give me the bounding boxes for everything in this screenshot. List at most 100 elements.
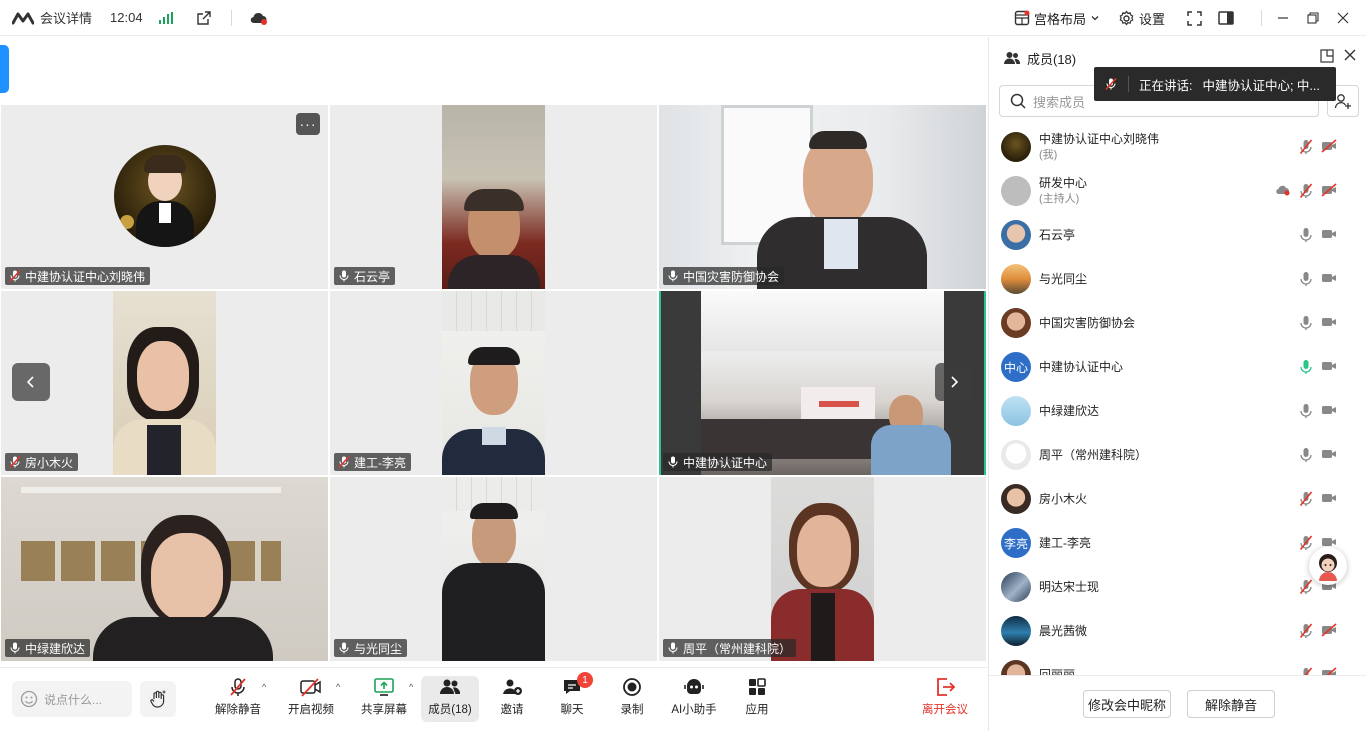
camera-icon[interactable] — [1321, 403, 1337, 420]
member-row[interactable]: 石云亭 — [989, 213, 1366, 257]
speaking-value: 中建协认证中心; 中... — [1202, 78, 1320, 93]
settings-button[interactable]: 设置 — [1118, 9, 1165, 28]
tile-name-tag: 中建协认证中心刘晓伟 — [5, 267, 151, 285]
leave-label: 离开会议 — [922, 704, 968, 716]
video-tile[interactable]: 中国灾害防御协会 — [659, 105, 986, 289]
record-button[interactable]: 录制 — [612, 676, 652, 722]
mic-icon[interactable] — [1299, 359, 1313, 378]
restore-icon[interactable] — [1302, 7, 1324, 29]
apps-button[interactable]: 应用 — [737, 676, 777, 722]
close-panel-icon[interactable] — [1344, 49, 1356, 66]
member-name-block: 研发中心 (主持人) — [1039, 175, 1087, 207]
video-tile[interactable]: 中绿建欣达 — [1, 477, 328, 661]
minimize-icon[interactable] — [1272, 7, 1294, 29]
member-name: 中建协认证中心 — [1039, 360, 1124, 374]
mic-muted-icon[interactable] — [1299, 139, 1313, 158]
mic-icon[interactable] — [1299, 271, 1313, 290]
camera-icon[interactable] — [1321, 315, 1337, 332]
search-placeholder: 搜索成员 — [1033, 94, 1086, 110]
fullscreen-icon[interactable] — [1183, 7, 1205, 29]
video-options-chevron-icon[interactable]: ^ — [336, 682, 340, 692]
member-row[interactable]: 晨光茜微 — [989, 609, 1366, 653]
member-row[interactable]: 中心 中建协认证中心 — [989, 345, 1366, 389]
camera-off-icon[interactable] — [1321, 183, 1337, 200]
share-external-icon[interactable] — [193, 7, 215, 29]
member-row[interactable]: 与光同尘 — [989, 257, 1366, 301]
mic-muted-icon — [9, 269, 21, 283]
grid-layout-icon — [1014, 10, 1030, 26]
close-icon[interactable] — [1332, 7, 1354, 29]
video-tile[interactable]: 房小木火 — [1, 291, 328, 475]
mic-icon[interactable] — [1299, 315, 1313, 334]
signal-strength-icon[interactable] — [158, 11, 173, 24]
invite-button[interactable]: 邀请 — [492, 676, 532, 722]
cloud-record-icon[interactable] — [248, 7, 270, 29]
share-screen-button[interactable]: 共享屏幕 — [357, 676, 411, 722]
quick-chat-input[interactable]: 说点什么... — [12, 681, 132, 717]
camera-icon[interactable] — [1321, 271, 1337, 288]
leave-meeting-button[interactable]: 离开会议 — [918, 676, 972, 722]
member-row[interactable]: 研发中心 (主持人) — [989, 169, 1366, 213]
meeting-details-link[interactable]: 会议详情 — [40, 8, 92, 27]
mic-icon[interactable] — [1299, 227, 1313, 246]
camera-icon[interactable] — [1321, 491, 1337, 508]
mic-icon[interactable] — [1299, 447, 1313, 466]
member-row[interactable]: 中国灾害防御协会 — [989, 301, 1366, 345]
member-row[interactable]: 中建协认证中心刘晓伟 (我) — [989, 125, 1366, 169]
popout-icon[interactable] — [1320, 49, 1334, 66]
floating-tab-handle[interactable] — [0, 45, 9, 93]
video-feed — [659, 105, 986, 289]
camera-icon[interactable] — [1321, 359, 1337, 376]
emoji-icon — [20, 690, 38, 708]
mic-muted-icon[interactable] — [1299, 535, 1313, 554]
member-name-block: 中建协认证中心 — [1039, 359, 1123, 375]
mic-muted-icon[interactable] — [1299, 491, 1313, 510]
member-avatar — [1001, 484, 1031, 514]
camera-icon[interactable] — [1321, 447, 1337, 464]
tile-name: 建工-李亮 — [354, 455, 406, 470]
video-feed — [442, 105, 545, 289]
video-tile-active[interactable]: 中建协认证中心 — [659, 291, 986, 475]
unmute-all-button[interactable]: 解除静音 — [1187, 690, 1275, 718]
video-tile[interactable]: 周平（常州建科院） — [659, 477, 986, 661]
members-button[interactable]: 成员(18) — [421, 676, 479, 722]
ai-assistant-button[interactable]: AI小助手 — [668, 676, 720, 722]
video-tile[interactable]: ··· 中建协认证中心刘晓伟 — [1, 105, 328, 289]
mic-muted-icon[interactable] — [1299, 579, 1313, 598]
camera-off-icon[interactable] — [1321, 623, 1337, 640]
mic-icon[interactable] — [1299, 403, 1313, 422]
video-tile[interactable]: 石云亭 — [330, 105, 657, 289]
camera-off-icon[interactable] — [1321, 139, 1337, 156]
member-row[interactable]: 周平（常州建科院） — [989, 433, 1366, 477]
next-page-button[interactable] — [935, 363, 973, 401]
mic-muted-icon[interactable] — [1299, 183, 1313, 202]
raise-hand-button[interactable] — [140, 681, 176, 717]
member-row[interactable]: 中绿建欣达 — [989, 389, 1366, 433]
member-avatar — [1001, 308, 1031, 338]
camera-icon[interactable] — [1321, 227, 1337, 244]
unmute-button[interactable]: 解除静音 — [212, 676, 264, 722]
search-icon — [1010, 93, 1026, 109]
member-name: 周平（常州建科院） — [1039, 448, 1148, 462]
prev-page-button[interactable] — [12, 363, 50, 401]
member-name-block: 中绿建欣达 — [1039, 403, 1099, 419]
rename-button[interactable]: 修改会中昵称 — [1083, 690, 1171, 718]
mic-muted-icon — [1105, 77, 1117, 91]
chat-button[interactable]: 1 聊天 — [552, 672, 593, 722]
assistant-avatar-button[interactable] — [1309, 547, 1347, 585]
tile-name-tag: 周平（常州建科院） — [663, 639, 797, 657]
tile-name: 石云亭 — [354, 269, 391, 284]
member-row[interactable]: 房小木火 — [989, 477, 1366, 521]
start-video-button[interactable]: 开启视频 — [284, 676, 338, 722]
cloud-record-icon — [1275, 184, 1291, 199]
chat-unread-badge: 1 — [577, 672, 593, 688]
video-tile[interactable]: 建工-李亮 — [330, 291, 657, 475]
video-tile[interactable]: 与光同尘 — [330, 477, 657, 661]
audio-options-chevron-icon[interactable]: ^ — [262, 682, 266, 692]
mic-muted-icon[interactable] — [1299, 623, 1313, 642]
tile-more-button[interactable]: ··· — [296, 113, 320, 135]
member-row[interactable]: 回丽丽 — [989, 653, 1366, 677]
sidebar-toggle-icon[interactable] — [1215, 7, 1237, 29]
layout-menu[interactable]: 宫格布局 — [1014, 9, 1100, 28]
share-options-chevron-icon[interactable]: ^ — [409, 682, 413, 692]
